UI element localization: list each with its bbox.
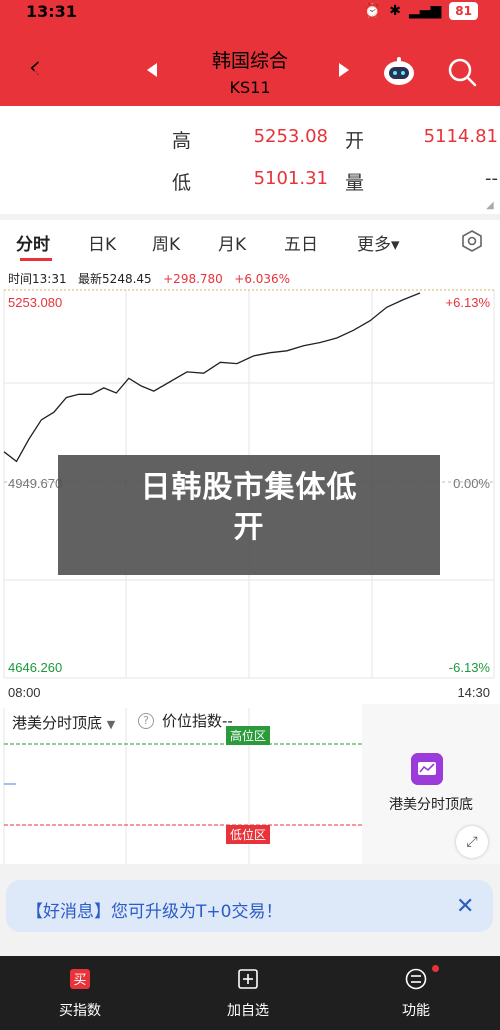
nav-buy-index[interactable]: 买指数 — [30, 1000, 130, 1020]
volume-label: 量 — [345, 172, 365, 194]
chart-info-change-abs: +298.780 — [163, 272, 223, 286]
add-watchlist-icon[interactable] — [237, 968, 259, 990]
page-subtitle: KS11 — [229, 78, 271, 97]
price-series-line — [3, 292, 421, 463]
status-icons: ⏰ ✱ ▂▄▆ 81 — [364, 2, 478, 20]
chart-info-time: 时间13:31 — [8, 272, 67, 286]
notification-dot — [432, 965, 439, 972]
open-value: 5114.81 — [423, 126, 498, 147]
tick-right-mid: 0.00% — [453, 476, 490, 491]
tab-intraday[interactable]: 分时 — [16, 230, 50, 255]
tab-five-day[interactable]: 五日 — [284, 230, 318, 255]
low-label: 低 — [172, 172, 192, 194]
headline-line-2: 开 — [233, 510, 265, 545]
tab-weekly-k[interactable]: 周K — [152, 230, 180, 255]
banner-message[interactable]: 【好消息】您可升级为T+0交易！ — [26, 897, 282, 922]
price-change: 298.78 6.04% — [10, 64, 142, 85]
tick-left-bottom: 4646.260 — [8, 660, 62, 675]
x-tick-end: 14:30 — [457, 685, 490, 700]
chart-info-bar: 时间13:31 最新5248.45 +298.780 +6.036% — [8, 270, 290, 287]
menu-icon[interactable] — [405, 968, 427, 990]
signal-icon: ▂▄▆ — [408, 3, 442, 19]
headline-line-1: 日韩股市集体低 — [140, 470, 358, 505]
change-absolute: 298.78 — [10, 64, 73, 85]
indicator-selector[interactable]: 港美分时顶底 ▼ — [12, 712, 115, 733]
expand-quote-icon[interactable]: ◢ — [486, 200, 494, 211]
current-price: 5248.45 — [10, 18, 141, 59]
x-tick-start: 08:00 — [8, 685, 41, 700]
next-index-icon[interactable] — [339, 63, 349, 77]
low-zone-label: 低位区 — [226, 825, 271, 844]
volume-value: -- — [485, 168, 498, 189]
low-value: 5101.31 — [253, 168, 328, 189]
indicator-selector-label: 港美分时顶底 — [12, 714, 103, 732]
nav-functions[interactable]: 功能 — [366, 1000, 466, 1020]
svg-text:买: 买 — [73, 973, 86, 988]
page-title: 韩国综合 — [211, 50, 288, 72]
help-icon[interactable]: ? — [138, 713, 154, 729]
high-value: 5253.08 — [253, 126, 328, 147]
battery-icon: 81 — [449, 2, 478, 20]
chart-app-icon — [411, 753, 443, 785]
tick-right-top: +6.13% — [446, 295, 491, 310]
chevron-down-icon: ▼ — [106, 718, 116, 731]
fullscreen-icon[interactable]: ⤢ — [456, 826, 488, 858]
quote-panel — [0, 106, 500, 214]
tab-monthly-k[interactable]: 月K — [218, 230, 246, 255]
chart-info-latest: 最新5248.45 — [78, 272, 152, 286]
robot-assistant-icon[interactable] — [382, 56, 416, 86]
headline-text: 日韩股市集体低 开 — [58, 468, 440, 548]
active-tab-indicator — [20, 258, 52, 261]
alarm-icon: ⏰ — [363, 3, 382, 19]
period-tabs — [0, 220, 500, 264]
settings-icon[interactable] — [460, 229, 484, 253]
search-icon[interactable] — [446, 56, 478, 88]
tick-right-bottom: -6.13% — [449, 660, 491, 675]
close-icon[interactable]: ✕ — [456, 894, 474, 919]
change-percent: 6.04% — [84, 64, 142, 85]
promo-label: 港美分时顶底 — [389, 797, 473, 813]
indicator-value: 价位指数-- — [162, 712, 233, 730]
high-label: 高 — [172, 130, 192, 152]
tick-left-top: 5253.080 — [8, 295, 62, 310]
buy-icon[interactable]: 买 — [69, 968, 91, 990]
nav-add-watchlist[interactable]: 加自选 — [198, 1000, 298, 1020]
tab-more[interactable]: 更多▾ — [357, 230, 400, 255]
tick-left-mid: 4949.670 — [8, 476, 62, 491]
open-label: 开 — [345, 130, 365, 152]
bluetooth-icon: ✱ — [389, 3, 401, 19]
tab-daily-k[interactable]: 日K — [88, 230, 116, 255]
chart-info-change-pct: +6.036% — [234, 272, 291, 286]
high-zone-label: 高位区 — [226, 726, 271, 745]
